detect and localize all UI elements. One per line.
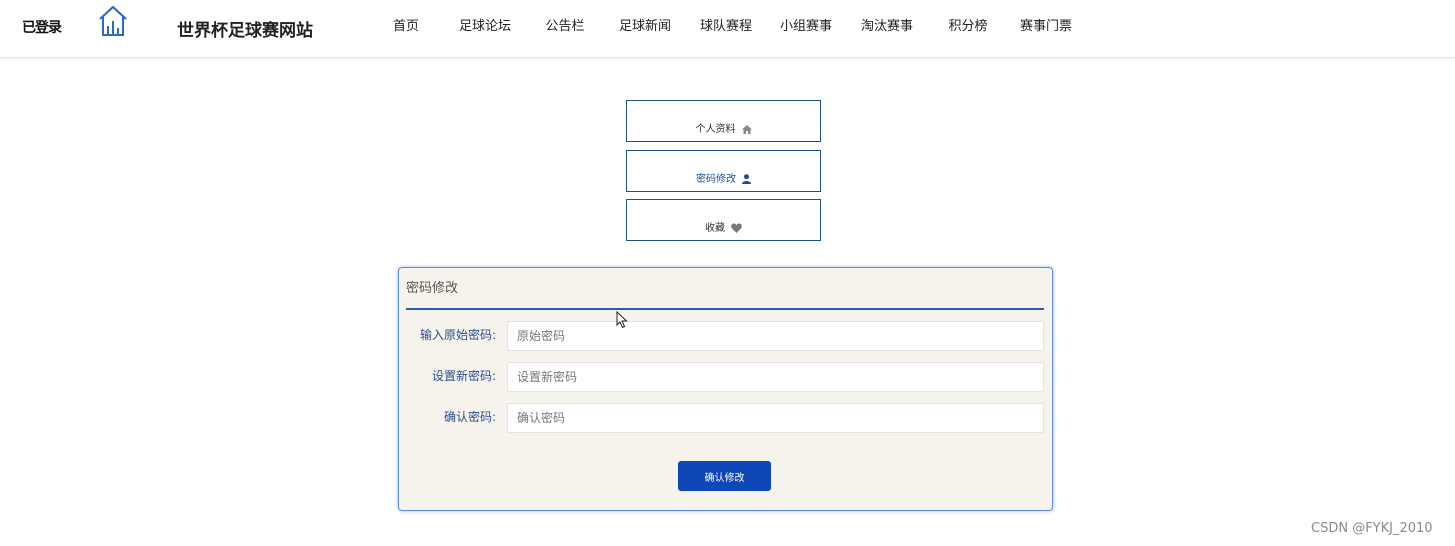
mouse-cursor-icon (616, 311, 628, 329)
nav-item-team-schedule[interactable]: 球队赛程 (698, 0, 754, 56)
heart-icon (731, 223, 742, 233)
main-nav: 首页 足球论坛 公告栏 足球新闻 球队赛程 小组赛事 淘汰赛事 积分榜 赛事门票 (380, 0, 1072, 56)
watermark: CSDN @FYKJ_2010 (1311, 521, 1433, 536)
nav-item-bulletin[interactable]: 公告栏 (538, 0, 592, 56)
nav-item-knockout[interactable]: 淘汰赛事 (858, 0, 916, 56)
title-divider (406, 308, 1044, 310)
new-password-label: 设置新密码: (431, 369, 496, 383)
menu-item-label: 收藏 (705, 223, 725, 234)
site-title: 世界杯足球赛网站 (177, 21, 313, 41)
new-password-input[interactable] (507, 362, 1044, 392)
confirm-password-label: 确认密码: (443, 410, 496, 424)
confirm-change-button[interactable]: 确认修改 (678, 461, 771, 491)
password-form-panel: 密码修改 输入原始密码: 设置新密码: 确认密码: 确认修改 (398, 267, 1053, 511)
form-row-old-password: 输入原始密码: (399, 321, 1054, 351)
logo-icon[interactable] (97, 4, 129, 38)
form-row-confirm-password: 确认密码: (399, 403, 1054, 433)
menu-item-profile[interactable]: 个人资料 (626, 100, 821, 142)
menu-item-favorites[interactable]: 收藏 (626, 199, 821, 241)
form-row-new-password: 设置新密码: (399, 362, 1054, 392)
menu-item-label: 密码修改 (696, 174, 736, 185)
panel-title: 密码修改 (406, 281, 459, 296)
menu-item-password[interactable]: 密码修改 (626, 150, 821, 192)
nav-item-tickets[interactable]: 赛事门票 (1020, 0, 1072, 56)
nav-item-forum[interactable]: 足球论坛 (432, 0, 538, 56)
old-password-label: 输入原始密码: (419, 328, 496, 342)
nav-item-group-stage[interactable]: 小组赛事 (754, 0, 858, 56)
old-password-input[interactable] (507, 321, 1044, 351)
nav-item-standings[interactable]: 积分榜 (916, 0, 1020, 56)
user-icon (742, 174, 751, 184)
confirm-password-input[interactable] (507, 403, 1044, 433)
top-header: 已登录 世界杯足球赛网站 首页 足球论坛 公告栏 足球新闻 球队赛程 小组赛事 … (0, 0, 1455, 58)
login-status-label: 已登录 (22, 20, 62, 36)
menu-item-label: 个人资料 (695, 124, 736, 135)
nav-item-home[interactable]: 首页 (380, 0, 432, 56)
home-icon (741, 124, 752, 134)
nav-item-news[interactable]: 足球新闻 (592, 0, 698, 56)
page: 已登录 世界杯足球赛网站 首页 足球论坛 公告栏 足球新闻 球队赛程 小组赛事 … (0, 0, 1455, 546)
